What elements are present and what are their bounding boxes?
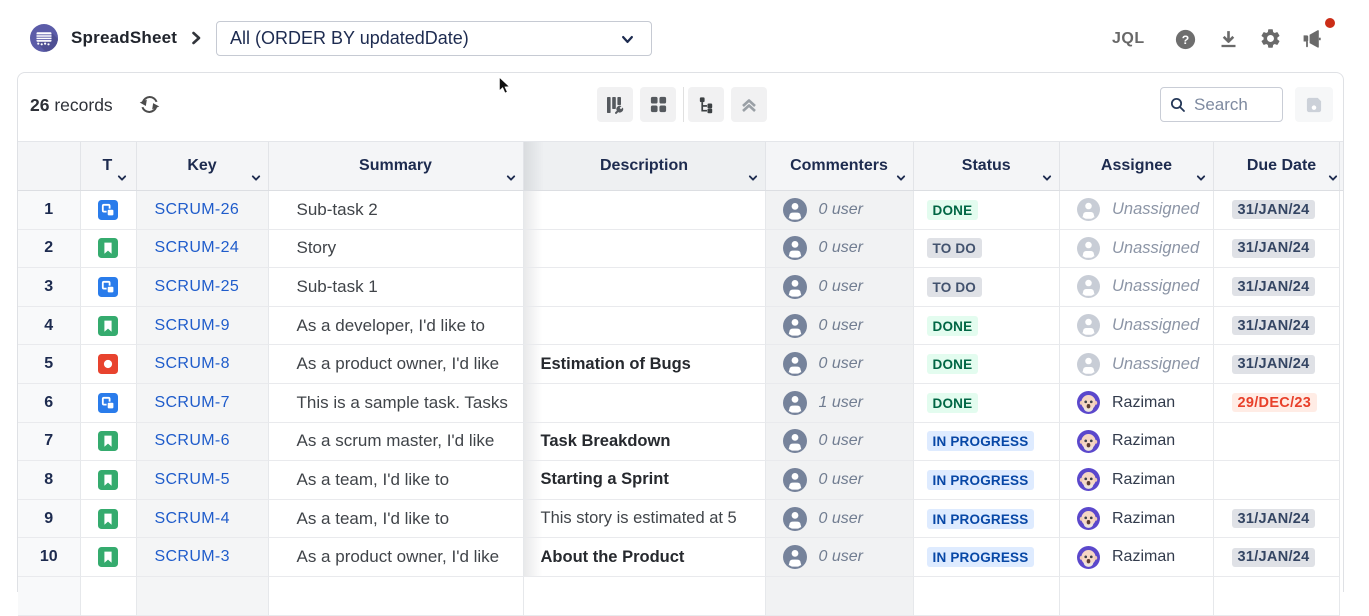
svg-text:?: ? [1182,33,1189,47]
